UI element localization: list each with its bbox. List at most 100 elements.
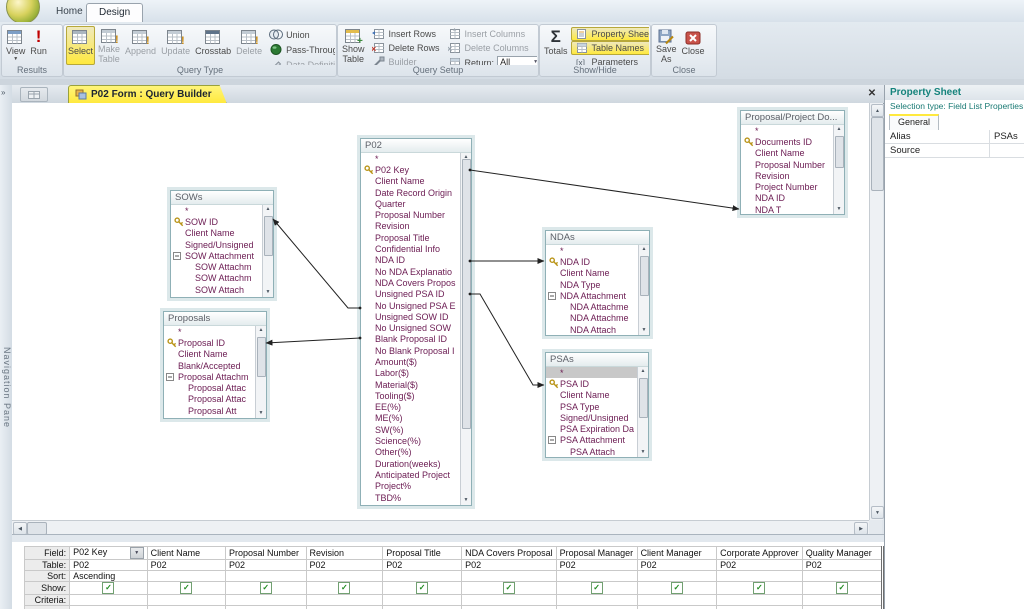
field-list-scrollbar[interactable]: ▲ ▼ — [637, 367, 648, 457]
grid-cell-criteria-3[interactable] — [305, 594, 384, 606]
scroll-thumb[interactable] — [640, 256, 649, 296]
grid-cell-or-0[interactable] — [69, 605, 148, 609]
grid-cell-criteria-1[interactable] — [146, 594, 226, 606]
join-line-psas[interactable] — [468, 292, 545, 388]
office-button-icon[interactable] — [6, 0, 40, 24]
grid-cell-sort-5[interactable] — [461, 570, 557, 582]
grid-cell-criteria-9[interactable] — [801, 594, 884, 606]
scroll-up-icon[interactable]: ▲ — [871, 104, 884, 117]
field-row-proposal-id[interactable]: Proposal ID — [164, 337, 266, 348]
scroll-down-icon[interactable]: ▼ — [834, 205, 844, 214]
field-row-star[interactable]: * — [546, 245, 649, 256]
field-row-revision[interactable]: Revision — [741, 170, 844, 181]
pass-through-button[interactable]: Pass-Through — [265, 42, 335, 57]
select-button[interactable]: Select — [66, 26, 96, 65]
grid-cell-show-7[interactable]: ✓ — [636, 581, 718, 595]
show-checkbox[interactable]: ✓ — [416, 582, 429, 594]
field-row-nda-attachme[interactable]: NDA Attachme — [546, 301, 649, 312]
grid-cell-table-0[interactable]: P02 — [69, 559, 148, 571]
scroll-down-icon[interactable]: ▼ — [639, 326, 649, 335]
grid-cell-table-7[interactable]: P02 — [636, 559, 718, 571]
grid-cell-sort-0[interactable]: Ascending — [69, 570, 148, 582]
grid-cell-criteria-2[interactable] — [224, 594, 307, 606]
grid-cell-field-3[interactable]: Revision — [305, 546, 384, 560]
field-row-sow-attachm[interactable]: SOW Attachm — [171, 261, 273, 272]
field-row-proposal-attachm[interactable]: Proposal Attachm — [164, 371, 266, 382]
grid-cell-table-9[interactable]: P02 — [801, 559, 884, 571]
field-row-amount[interactable]: Amount($) — [361, 356, 471, 367]
field-row-proposal-attac[interactable]: Proposal Attac — [164, 394, 266, 405]
grid-cell-or-3[interactable] — [305, 605, 384, 609]
field-row-signed-unsigned[interactable]: Signed/Unsigned — [546, 412, 648, 423]
field-row-proposal-attac[interactable]: Proposal Attac — [164, 382, 266, 393]
field-row-duration-weeks[interactable]: Duration(weeks) — [361, 458, 471, 469]
field-row-psa-id[interactable]: PSA ID — [546, 378, 648, 389]
field-row-sow-attach[interactable]: SOW Attach — [171, 284, 273, 295]
grid-cell-field-2[interactable]: Proposal Number — [224, 546, 307, 560]
scroll-down-icon[interactable]: ▼ — [638, 448, 648, 457]
field-row-nda-t[interactable]: NDA T — [741, 204, 844, 214]
field-row-client-name[interactable]: Client Name — [164, 349, 266, 360]
grid-cell-show-0[interactable]: ✓ — [69, 581, 148, 595]
tab-general[interactable]: General — [889, 114, 940, 130]
grid-cell-show-2[interactable]: ✓ — [224, 581, 307, 595]
field-row-nda-attachme[interactable]: NDA Attachme — [546, 313, 649, 324]
grid-cell-sort-6[interactable] — [555, 570, 638, 582]
show-table-button[interactable]: + Show Table — [340, 26, 367, 65]
make-table-button[interactable]: ! Make Table — [96, 26, 122, 65]
field-row-proposal-title[interactable]: Proposal Title — [361, 232, 471, 243]
nav-expand-icon[interactable]: » — [1, 88, 5, 97]
field-row-no-blank-proposal-i[interactable]: No Blank Proposal I — [361, 345, 471, 356]
grid-cell-sort-8[interactable] — [716, 570, 803, 582]
field-row-sw[interactable]: SW(%) — [361, 424, 471, 435]
scroll-thumb[interactable] — [462, 159, 471, 429]
field-row-other[interactable]: Other(%) — [361, 447, 471, 458]
field-row-no-unsigned-sow[interactable]: No Unsigned SOW — [361, 322, 471, 333]
scroll-down-icon[interactable]: ▼ — [256, 409, 266, 418]
scroll-thumb[interactable] — [835, 136, 844, 168]
field-row-proposal-att[interactable]: Proposal Att — [164, 405, 266, 416]
field-row-nda-id[interactable]: NDA ID — [741, 193, 844, 204]
grid-cell-show-3[interactable]: ✓ — [305, 581, 384, 595]
field-row-proposal-number[interactable]: Proposal Number — [361, 209, 471, 220]
field-row-unsigned-sow-id[interactable]: Unsigned SOW ID — [361, 311, 471, 322]
field-row-nda-id[interactable]: NDA ID — [361, 255, 471, 266]
field-list-title[interactable]: SOWs — [171, 191, 273, 205]
scroll-up-icon[interactable]: ▲ — [834, 125, 844, 134]
grid-cell-show-4[interactable]: ✓ — [382, 581, 463, 595]
grid-cell-sort-3[interactable] — [305, 570, 384, 582]
field-row-client-name[interactable]: Client Name — [171, 228, 273, 239]
grid-cell-show-5[interactable]: ✓ — [461, 581, 557, 595]
field-row-quarter[interactable]: Quarter — [361, 198, 471, 209]
builder-button[interactable]: Builder — [368, 55, 443, 65]
field-row-psa-expiration-da[interactable]: PSA Expiration Da — [546, 423, 648, 434]
show-checkbox[interactable]: ✓ — [102, 582, 115, 594]
grid-cell-field-8[interactable]: Corporate Approver — [716, 546, 803, 560]
field-row-nda-type[interactable]: NDA Type — [546, 279, 649, 290]
field-row-anticipated-project[interactable]: Anticipated Project — [361, 469, 471, 480]
join-line-sows[interactable] — [272, 218, 362, 310]
grid-cell-sort-9[interactable] — [801, 570, 884, 582]
field-list-scrollbar[interactable]: ▲ ▼ — [833, 125, 844, 214]
field-list-title[interactable]: P02 — [361, 139, 471, 153]
insert-rows-button[interactable]: Insert Rows — [368, 27, 443, 41]
grid-cell-field-4[interactable]: Proposal Title — [382, 546, 463, 560]
grid-cell-table-6[interactable]: P02 — [555, 559, 638, 571]
property-value[interactable]: PSAs — [990, 130, 1024, 143]
scroll-up-icon[interactable]: ▲ — [639, 245, 649, 254]
grid-cell-table-1[interactable]: P02 — [146, 559, 226, 571]
grid-cell-or-7[interactable] — [636, 605, 718, 609]
show-checkbox[interactable]: ✓ — [502, 582, 515, 594]
scroll-up-icon[interactable]: ▲ — [638, 367, 648, 376]
property-value[interactable] — [990, 144, 1024, 157]
field-row-p02-key[interactable]: P02 Key — [361, 164, 471, 175]
grid-cell-table-4[interactable]: P02 — [382, 559, 463, 571]
grid-cell-field-7[interactable]: Client Manager — [636, 546, 718, 560]
grid-cell-criteria-8[interactable] — [716, 594, 803, 606]
field-list-title[interactable]: PSAs — [546, 353, 648, 367]
grid-cell-show-9[interactable]: ✓ — [801, 581, 884, 595]
show-checkbox[interactable]: ✓ — [753, 582, 766, 594]
field-row-sow-attachm[interactable]: SOW Attachm — [171, 273, 273, 284]
scroll-up-icon[interactable]: ▲ — [256, 326, 266, 335]
field-row-science[interactable]: Science(%) — [361, 435, 471, 446]
